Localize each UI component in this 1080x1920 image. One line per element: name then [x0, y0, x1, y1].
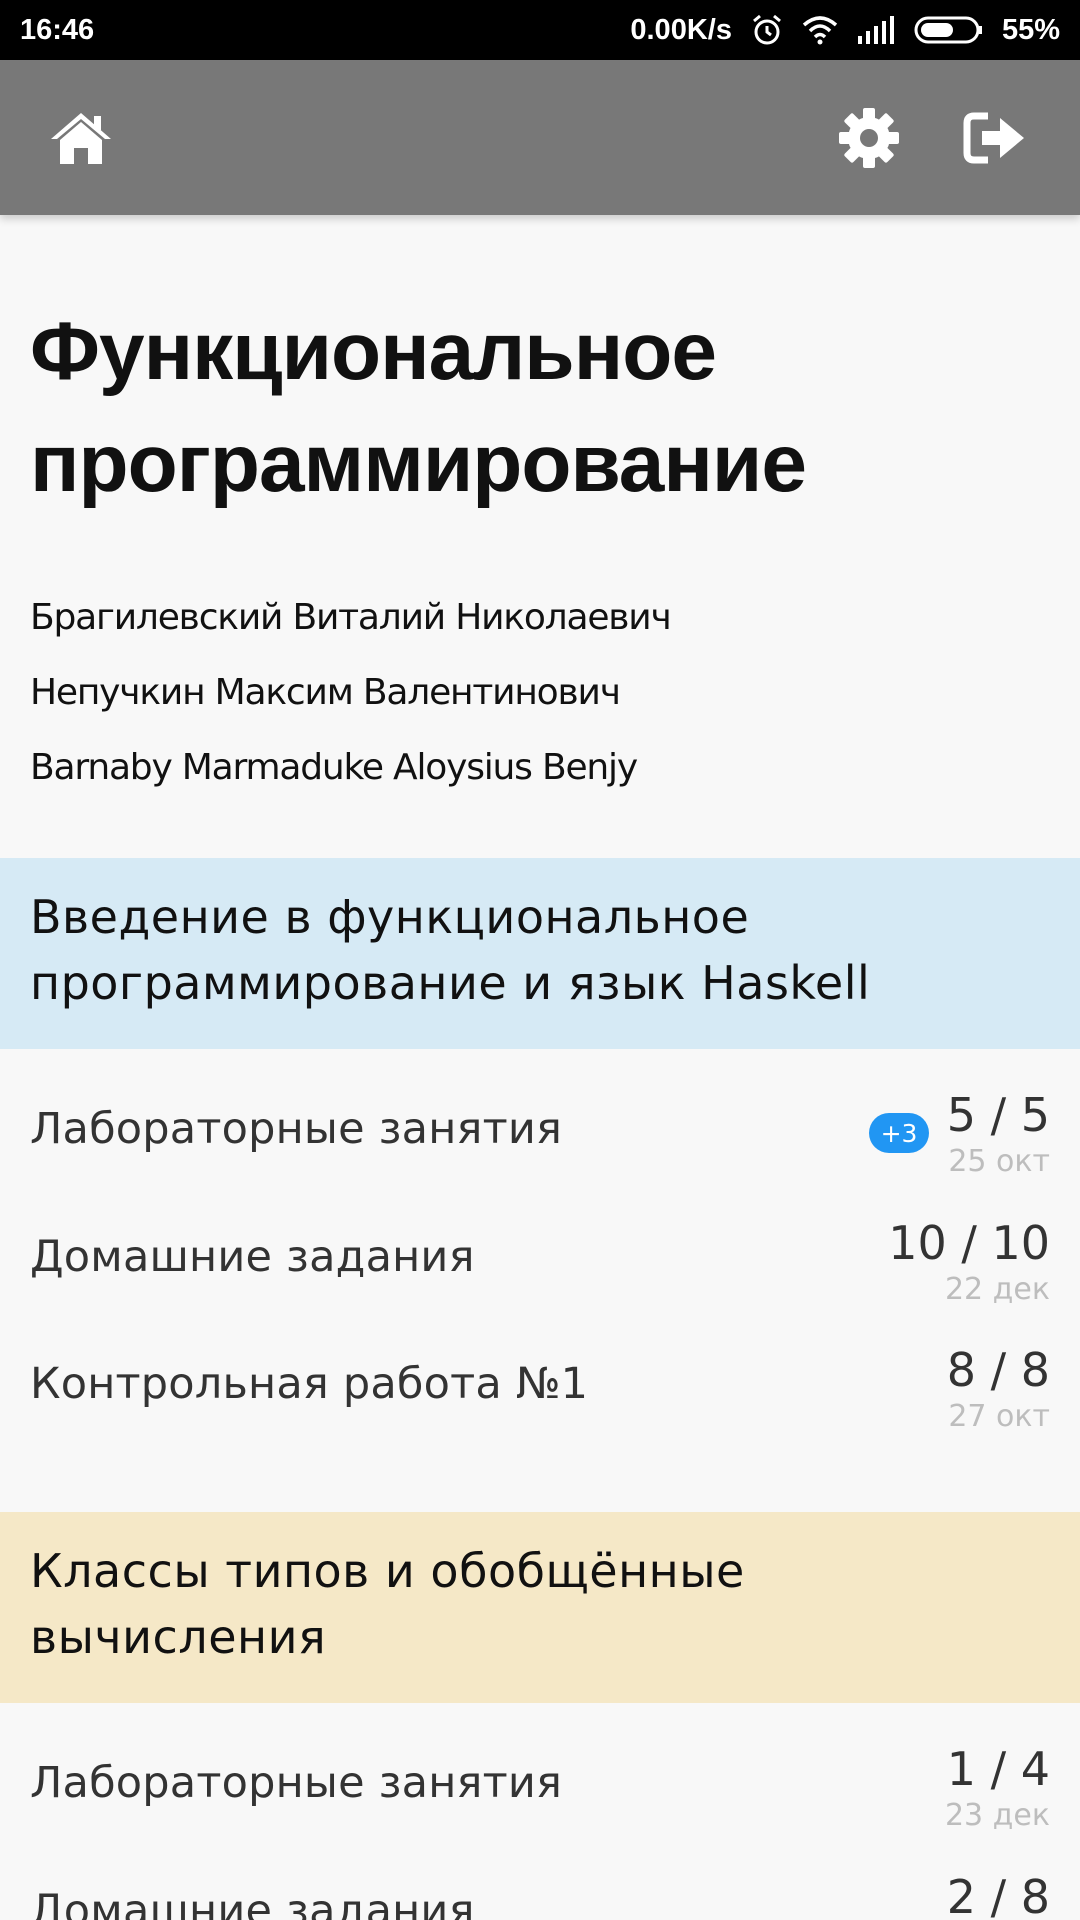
wifi-icon — [802, 15, 838, 45]
teacher-name: Брагилевский Виталий Николаевич — [30, 597, 672, 638]
course-title: Функциональное программирование — [30, 296, 1050, 520]
new-points-badge: +3 — [869, 1113, 929, 1153]
status-time: 16:46 — [20, 13, 95, 46]
net-speed: 0.00K/s — [630, 13, 732, 46]
battery-icon — [914, 15, 984, 45]
list-item[interactable]: Лабораторные занятия 1 / 4 23 дек — [0, 1718, 1080, 1846]
row-label: Лабораторные занятия — [30, 1104, 563, 1154]
section-header[interactable]: Введение в функциональное программирован… — [0, 858, 1080, 1049]
row-score: 8 / 8 — [946, 1343, 1050, 1397]
list-item[interactable]: Контрольная работа №1 8 / 8 27 окт — [0, 1319, 1080, 1447]
row-label: Домашние задания — [30, 1232, 475, 1282]
row-label: Лабораторные занятия — [30, 1758, 563, 1808]
course-title-line: Функциональное — [30, 306, 717, 397]
app-bar — [0, 60, 1080, 215]
row-label: Домашние задания — [30, 1886, 475, 1920]
list-item[interactable]: Домашние задания 10 / 10 22 дек — [0, 1192, 1080, 1320]
row-score: 2 / 8 — [946, 1870, 1050, 1920]
logout-button[interactable] — [960, 105, 1030, 171]
teachers-list: Брагилевский Виталий Николаевич Непучкин… — [30, 580, 1030, 805]
row-label: Контрольная работа №1 — [30, 1359, 589, 1409]
status-bar: 16:46 0.00K/s 55% — [0, 0, 1080, 60]
list-item[interactable]: Домашние задания 2 / 8 — [0, 1846, 1080, 1920]
teacher-name: Barnaby Marmaduke Aloysius Benjy — [30, 747, 638, 788]
gear-icon — [839, 108, 899, 168]
row-date: 23 дек — [944, 1798, 1050, 1833]
home-button[interactable] — [46, 105, 116, 171]
signal-icon — [856, 16, 896, 44]
section-title-line: вычисления — [30, 1610, 327, 1664]
row-score: 10 / 10 — [888, 1216, 1050, 1270]
section-title-line: Классы типов и обобщённые — [30, 1544, 745, 1598]
status-indicators: 0.00K/s 55% — [630, 13, 1060, 47]
row-score: 5 / 5 — [946, 1088, 1050, 1142]
home-icon — [51, 113, 111, 164]
row-date: 22 дек — [944, 1272, 1050, 1307]
battery-level: 55% — [1001, 13, 1060, 46]
section-title-line: Введение в функциональное — [30, 890, 750, 944]
row-score: 1 / 4 — [946, 1742, 1050, 1796]
row-date: 25 окт — [948, 1144, 1050, 1179]
list-item[interactable]: Лабораторные занятия +3 5 / 5 25 окт — [0, 1064, 1080, 1192]
row-date: 27 окт — [948, 1399, 1050, 1434]
logout-icon — [963, 112, 1024, 164]
teacher-name: Непучкин Максим Валентинович — [30, 672, 621, 713]
alarm-icon — [750, 13, 784, 47]
section-title-line: программирование и язык Haskell — [30, 956, 871, 1010]
course-title-line: программирование — [30, 418, 807, 509]
section-header[interactable]: Классы типов и обобщённые вычисления — [0, 1512, 1080, 1703]
settings-button[interactable] — [834, 105, 904, 171]
